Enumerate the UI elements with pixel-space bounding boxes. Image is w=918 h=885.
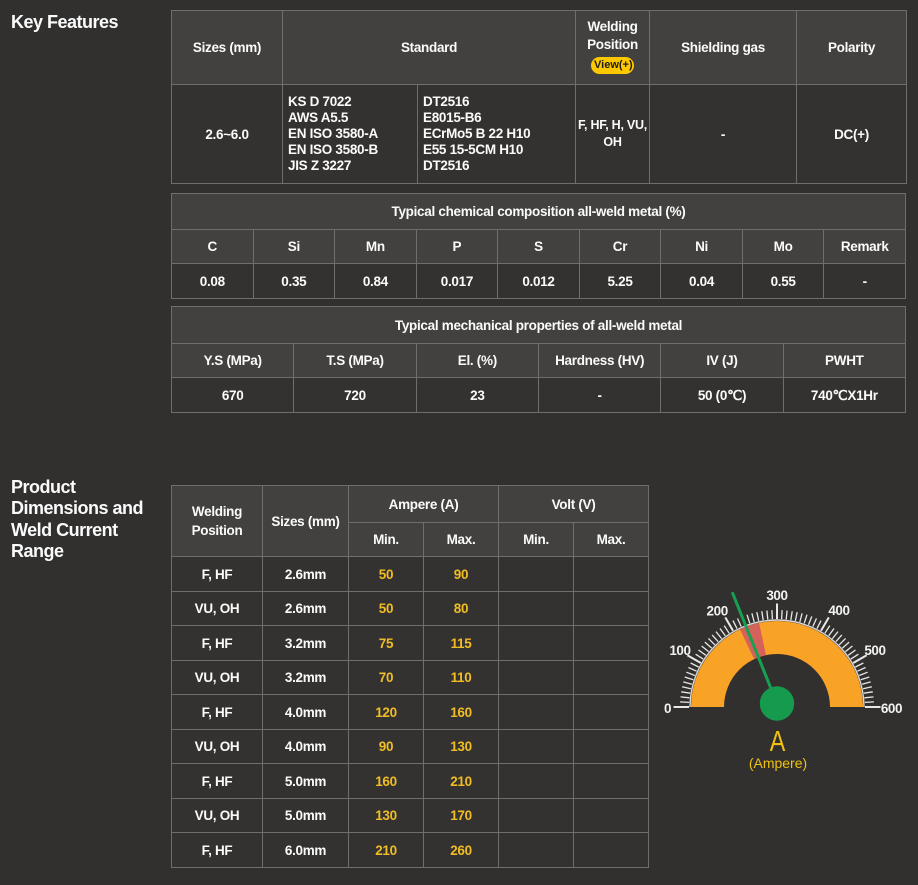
svg-text:300: 300 — [766, 588, 787, 603]
svg-text:400: 400 — [828, 603, 849, 618]
svg-text:100: 100 — [669, 643, 690, 658]
svg-text:0: 0 — [664, 701, 671, 716]
svg-text:200: 200 — [707, 604, 728, 619]
svg-text:600: 600 — [881, 701, 902, 716]
svg-text:500: 500 — [864, 643, 885, 658]
